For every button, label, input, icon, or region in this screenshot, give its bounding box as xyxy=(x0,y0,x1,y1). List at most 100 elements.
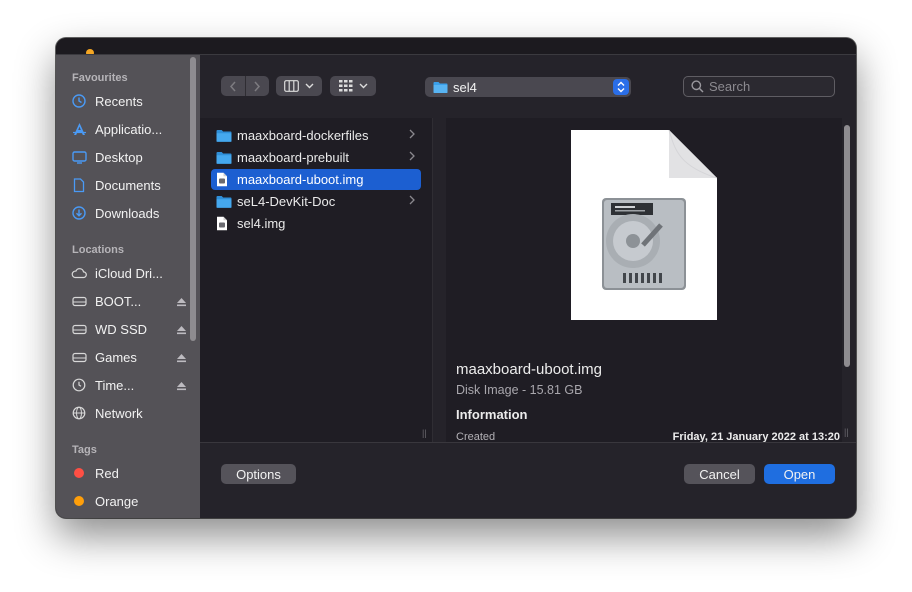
sidebar-item-label: Red xyxy=(95,465,119,481)
folder-icon xyxy=(216,194,232,210)
drive-icon xyxy=(70,348,88,366)
back-forward-buttons xyxy=(221,76,269,96)
file-icon xyxy=(216,172,232,188)
folder-icon xyxy=(433,81,448,93)
sidebar-item-label: Documents xyxy=(95,177,161,193)
time-machine-icon xyxy=(70,376,88,394)
open-file-dialog-window: Favourites Recents Applicatio... Desktop xyxy=(56,38,856,518)
sidebar-item-label: Orange xyxy=(95,493,139,509)
file-name: maaxboard-dockerfiles xyxy=(237,128,369,143)
document-icon xyxy=(70,176,88,194)
sidebar-item-label: BOOT... xyxy=(95,293,142,309)
file-row-maaxboard-dockerfiles[interactable]: maaxboard-dockerfiles xyxy=(211,125,421,146)
column-resize-handle[interactable]: || xyxy=(422,428,427,438)
sidebar-item-wd-ssd[interactable]: WD SSD xyxy=(70,318,188,340)
chevron-down-icon xyxy=(359,83,367,89)
preview-scrollbar[interactable] xyxy=(844,125,850,367)
preview-file-name: maaxboard-uboot.img xyxy=(456,361,602,378)
cloud-icon xyxy=(70,264,88,282)
sidebar-item-label: Network xyxy=(95,405,143,421)
location-label: sel4 xyxy=(453,79,477,95)
sidebar-item-label: Games xyxy=(95,349,137,365)
preview-info-header: Information xyxy=(456,407,528,422)
options-button[interactable]: Options xyxy=(221,464,296,484)
sidebar-item-documents[interactable]: Documents xyxy=(70,174,188,196)
group-by-popup[interactable] xyxy=(330,76,376,96)
sidebar-item-recents[interactable]: Recents xyxy=(70,90,188,112)
sidebar-item-icloud[interactable]: iCloud Dri... xyxy=(70,262,188,284)
eject-icon[interactable] xyxy=(176,379,188,391)
sidebar-item-boot[interactable]: BOOT... xyxy=(70,290,188,312)
file-row-maaxboard-uboot-img[interactable]: maaxboard-uboot.img xyxy=(211,169,421,190)
eject-icon[interactable] xyxy=(176,323,188,335)
back-button[interactable] xyxy=(222,76,246,96)
applications-icon xyxy=(70,120,88,138)
search-icon xyxy=(691,80,704,93)
chevron-right-icon xyxy=(409,151,415,161)
file-name: maaxboard-uboot.img xyxy=(237,172,364,187)
download-icon xyxy=(70,204,88,222)
sidebar-item-games[interactable]: Games xyxy=(70,346,188,368)
sidebar: Favourites Recents Applicatio... Desktop xyxy=(56,55,200,518)
file-name: maaxboard-prebuilt xyxy=(237,150,350,165)
search-placeholder: Search xyxy=(709,79,751,94)
dialog-button-bar: Options Cancel Open xyxy=(200,442,856,518)
open-button[interactable]: Open xyxy=(764,464,835,484)
drive-icon xyxy=(70,292,88,310)
file-row-sel4-img[interactable]: sel4.img xyxy=(211,213,421,234)
eject-icon[interactable] xyxy=(176,295,188,307)
sidebar-header-locations: Locations xyxy=(72,244,124,256)
drive-icon xyxy=(70,320,88,338)
sidebar-item-label: iCloud Dri... xyxy=(95,265,163,281)
sidebar-item-label: Desktop xyxy=(95,149,143,165)
file-row-maaxboard-prebuilt[interactable]: maaxboard-prebuilt xyxy=(211,147,421,168)
search-field[interactable]: Search xyxy=(683,76,835,97)
sidebar-item-label: Applicatio... xyxy=(95,121,163,137)
sidebar-scrollbar[interactable] xyxy=(190,57,196,341)
chevron-left-icon xyxy=(229,81,236,91)
chevron-right-icon xyxy=(254,81,261,91)
file-icon xyxy=(216,216,232,232)
sidebar-item-desktop[interactable]: Desktop xyxy=(70,146,188,168)
file-row-sel4-devkit-doc[interactable]: seL4-DevKit-Doc xyxy=(211,191,421,212)
eject-icon[interactable] xyxy=(176,351,188,363)
sidebar-item-applications[interactable]: Applicatio... xyxy=(70,118,188,140)
up-down-stepper-icon xyxy=(613,79,629,95)
columns-view-icon xyxy=(284,80,299,92)
sidebar-item-label: Downloads xyxy=(95,205,160,221)
preview-pane: maaxboard-uboot.img Disk Image - 15.81 G… xyxy=(446,118,842,443)
forward-button[interactable] xyxy=(246,76,269,96)
chevron-right-icon xyxy=(409,195,415,205)
folder-icon xyxy=(216,128,232,144)
file-name: sel4.img xyxy=(237,216,286,231)
file-column: maaxboard-dockerfiles maaxboard-prebuilt… xyxy=(200,118,433,442)
column-resize-handle[interactable]: || xyxy=(844,427,849,437)
sidebar-item-network[interactable]: Network xyxy=(70,402,188,424)
network-icon xyxy=(70,404,88,422)
chevron-down-icon xyxy=(305,83,314,89)
sidebar-item-label: WD SSD xyxy=(95,321,147,337)
sidebar-item-downloads[interactable]: Downloads xyxy=(70,202,188,224)
sidebar-tag-red[interactable]: Red xyxy=(70,462,188,484)
sidebar-header-favourites: Favourites xyxy=(72,72,128,84)
desktop-icon xyxy=(70,148,88,166)
cancel-button[interactable]: Cancel xyxy=(684,464,755,484)
sidebar-item-time-machine[interactable]: Time... xyxy=(70,374,188,396)
sidebar-header-tags: Tags xyxy=(72,444,97,456)
window-titlebar xyxy=(56,38,856,57)
chevron-right-icon xyxy=(409,129,415,139)
disk-image-preview-icon xyxy=(571,130,717,320)
sidebar-item-label: Time... xyxy=(95,377,135,393)
tag-dot-icon xyxy=(70,464,88,482)
preview-file-kind: Disk Image - 15.81 GB xyxy=(456,383,583,397)
location-popup[interactable]: sel4 xyxy=(425,77,631,97)
view-mode-popup[interactable] xyxy=(276,76,322,96)
sidebar-item-label: Recents xyxy=(95,93,143,109)
file-dialog-sheet: Favourites Recents Applicatio... Desktop xyxy=(56,54,856,518)
sidebar-tag-orange[interactable]: Orange xyxy=(70,490,188,512)
tag-dot-icon xyxy=(70,492,88,510)
file-name: seL4-DevKit-Doc xyxy=(237,194,336,209)
clock-icon xyxy=(70,92,88,110)
folder-icon xyxy=(216,150,232,166)
grid-icon xyxy=(338,80,352,92)
